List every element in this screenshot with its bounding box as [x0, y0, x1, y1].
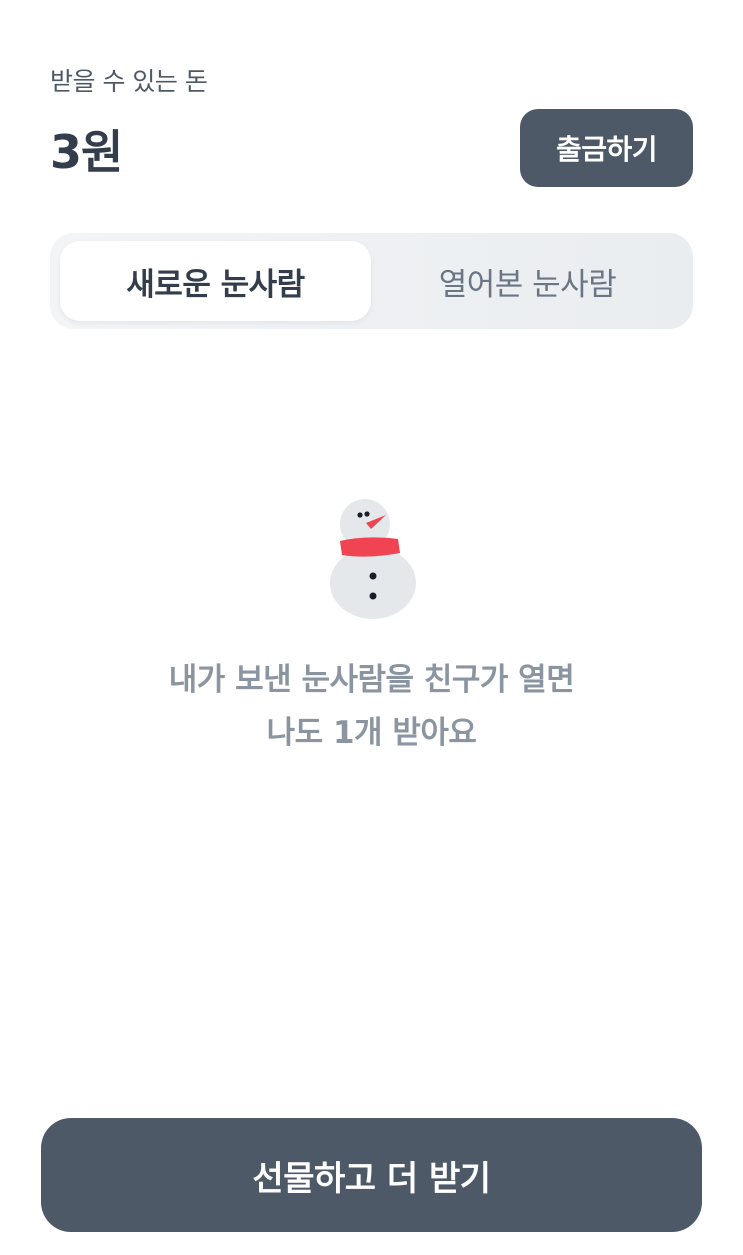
tab-new-snowman[interactable]: 새로운 눈사람 — [60, 241, 371, 321]
empty-state-line-2: 나도 1개 받아요 — [266, 715, 477, 751]
snowman-icon — [326, 497, 420, 621]
withdraw-button[interactable]: 출금하기 — [520, 109, 693, 187]
empty-state-message: 내가 보낸 눈사람을 친구가 열면 나도 1개 받아요 — [0, 654, 743, 760]
tab-opened-snowman[interactable]: 열어본 눈사람 — [372, 241, 683, 321]
gift-more-button[interactable]: 선물하고 더 받기 — [41, 1118, 702, 1232]
balance-amount: 3원 — [50, 125, 123, 179]
tab-switcher: 새로운 눈사람 열어본 눈사람 — [50, 233, 693, 329]
balance-label: 받을 수 있는 돈 — [50, 67, 208, 96]
empty-state-line-1: 내가 보낸 눈사람을 친구가 열면 — [168, 662, 575, 698]
